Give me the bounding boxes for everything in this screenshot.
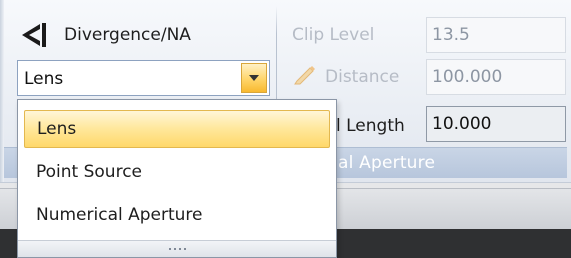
combo-value: Lens xyxy=(24,69,64,89)
divergence-header: Divergence/NA xyxy=(20,20,191,50)
divergence-type-combo[interactable]: Lens xyxy=(17,60,270,96)
distance-field[interactable]: 100.000 xyxy=(426,59,566,95)
chevron-down-icon xyxy=(249,75,259,81)
distance-label: Distance xyxy=(325,67,400,87)
grip-dots-icon xyxy=(168,248,186,250)
combo-dropdown-button[interactable] xyxy=(241,63,267,93)
group-label: al Aperture xyxy=(338,153,436,173)
resize-grip[interactable] xyxy=(18,240,336,257)
divergence-icon xyxy=(22,23,46,47)
pencil-icon xyxy=(294,66,315,85)
divergence-title: Divergence/NA xyxy=(64,25,191,45)
clip-level-label: Clip Level xyxy=(292,25,375,45)
dropdown-item-numerical-aperture[interactable]: Numerical Aperture xyxy=(24,197,330,235)
dropdown-item-lens[interactable]: Lens xyxy=(24,110,330,148)
clip-level-field[interactable]: 13.5 xyxy=(426,17,566,53)
dropdown-item-point-source[interactable]: Point Source xyxy=(24,154,330,192)
ribbon: Divergence/NA Lens Clip Level 13.5 Dista… xyxy=(0,0,571,258)
focal-length-field[interactable]: 10.000 xyxy=(426,106,566,142)
divergence-type-dropdown: Lens Point Source Numerical Aperture xyxy=(17,99,337,258)
focal-length-label: l Length xyxy=(336,116,405,136)
